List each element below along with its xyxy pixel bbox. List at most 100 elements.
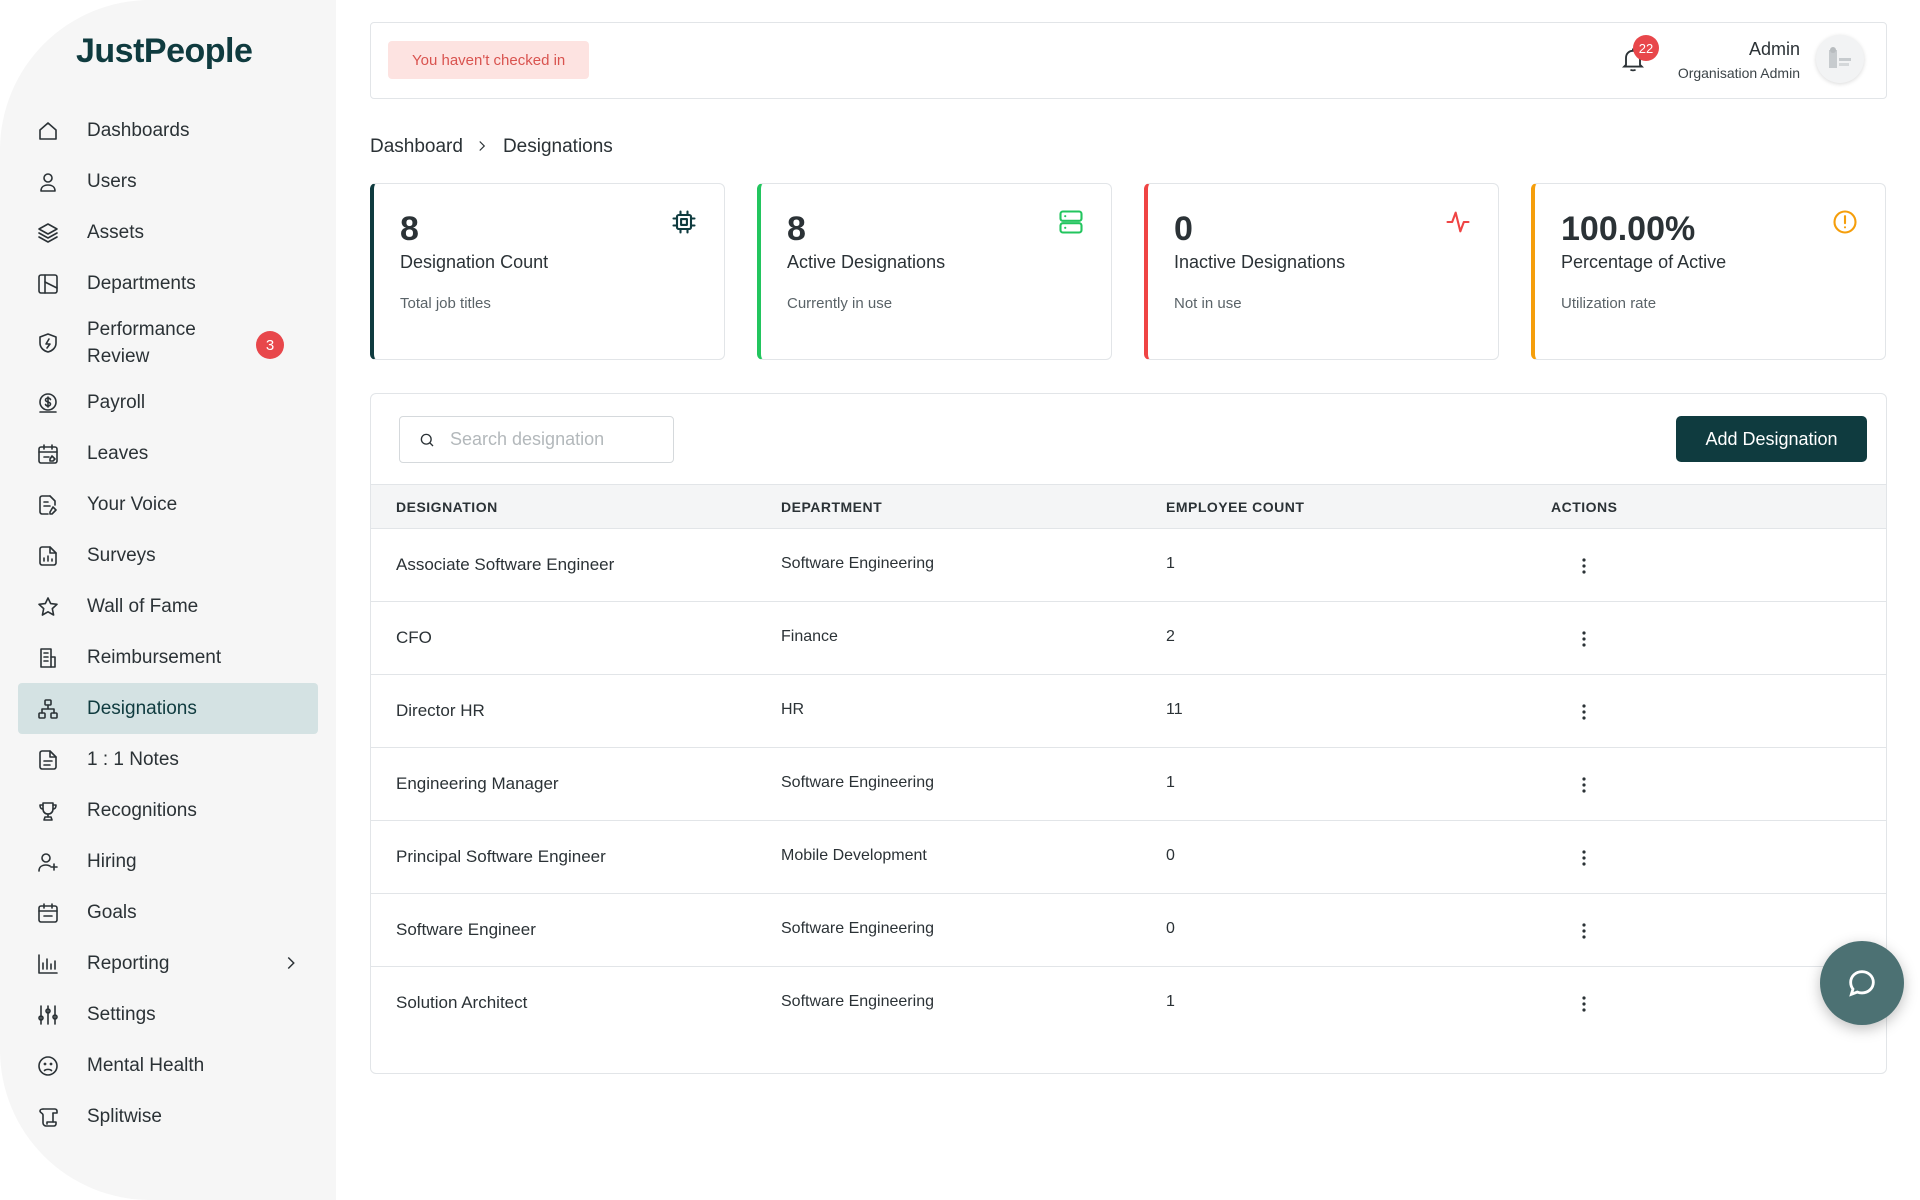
- more-vertical-icon[interactable]: [1569, 843, 1599, 873]
- breadcrumb-current: Designations: [502, 136, 613, 157]
- sidebar-item-surveys[interactable]: Surveys: [18, 530, 318, 581]
- sidebar-item-label: Settings: [87, 1003, 156, 1025]
- cell-employee-count: 11: [1166, 701, 1183, 718]
- cell-designation: Director HR: [396, 701, 485, 720]
- shield-bolt-icon: [35, 330, 61, 356]
- sidebar-item-performance-review[interactable]: Performance Review 3: [18, 309, 318, 377]
- sidebar-item-payroll[interactable]: Payroll: [18, 377, 318, 428]
- table-body: Associate Software Engineer Software Eng…: [371, 529, 1886, 1040]
- notification-count-badge: 22: [1633, 35, 1659, 61]
- more-vertical-icon[interactable]: [1569, 551, 1599, 581]
- cell-designation: Solution Architect: [396, 993, 528, 1012]
- hierarchy-icon: [35, 696, 61, 722]
- document-edit-icon: [35, 492, 61, 518]
- sidebar-item-mental-health[interactable]: Mental Health: [18, 1040, 318, 1091]
- add-designation-button[interactable]: Add Designation: [1676, 416, 1867, 462]
- breadcrumb-dashboard[interactable]: Dashboard: [370, 136, 463, 158]
- user-add-icon: [35, 849, 61, 875]
- departments-icon: [35, 271, 61, 297]
- more-vertical-icon[interactable]: [1569, 989, 1599, 1019]
- sidebar-item-users[interactable]: Users: [18, 156, 318, 207]
- check-in-alert[interactable]: You haven't checked in: [388, 41, 590, 79]
- more-vertical-icon[interactable]: [1569, 624, 1599, 654]
- sidebar-item-hiring[interactable]: Hiring: [18, 836, 318, 887]
- cell-designation: Associate Software Engineer: [396, 555, 615, 574]
- sidebar-item-dashboards[interactable]: Dashboards: [18, 105, 318, 156]
- sidebar-item-label: Departments: [87, 272, 196, 294]
- sidebar-item-designations[interactable]: Designations: [18, 683, 318, 734]
- cpu-chip-icon: [670, 208, 698, 236]
- cell-employee-count: 0: [1166, 920, 1175, 937]
- sidebar-item-splitwise[interactable]: Splitwise: [18, 1091, 318, 1142]
- trophy-icon: [35, 798, 61, 824]
- sidebar-item-label: Reimbursement: [87, 646, 222, 668]
- more-vertical-icon[interactable]: [1569, 770, 1599, 800]
- sidebar-item-label: Surveys: [87, 544, 156, 566]
- sidebar-item-label: Dashboards: [87, 119, 190, 141]
- bar-chart-icon: [35, 951, 61, 977]
- stat-sub: Currently in use: [787, 295, 893, 312]
- sliders-icon: [35, 1002, 61, 1028]
- sidebar-item-reporting[interactable]: Reporting: [18, 938, 318, 989]
- stat-label: Active Designations: [787, 252, 946, 272]
- chevron-right-icon[interactable]: [280, 952, 302, 974]
- table-header: DESIGNATION DEPARTMENT EMPLOYEE COUNT AC…: [371, 484, 1886, 529]
- sidebar-item-recognitions[interactable]: Recognitions: [18, 785, 318, 836]
- notes-icon: [35, 747, 61, 773]
- app-logo[interactable]: JustPeople: [76, 32, 253, 71]
- scroll-icon: [35, 1104, 61, 1130]
- home-icon: [35, 118, 61, 144]
- designations-table-panel: Add Designation DESIGNATION DEPARTMENT E…: [370, 393, 1887, 1074]
- column-header-department: DEPARTMENT: [781, 499, 883, 515]
- stat-card-designation-count: 8 Designation Count Total job titles: [370, 183, 725, 360]
- search-input[interactable]: [450, 429, 650, 450]
- cell-designation: Principal Software Engineer: [396, 847, 606, 866]
- sidebar-item-label: Leaves: [87, 442, 149, 464]
- sidebar-item-label: Your Voice: [87, 493, 178, 515]
- stat-sub: Not in use: [1174, 295, 1242, 312]
- table-row: Associate Software Engineer Software Eng…: [371, 529, 1886, 602]
- table-row: Engineering Manager Software Engineering…: [371, 748, 1886, 821]
- performance-review-badge: 3: [256, 331, 284, 359]
- server-icon: [1057, 208, 1085, 236]
- sidebar-item-wall-of-fame[interactable]: Wall of Fame: [18, 581, 318, 632]
- sidebar-item-assets[interactable]: Assets: [18, 207, 318, 258]
- sidebar-item-label: Assets: [87, 221, 145, 243]
- more-vertical-icon[interactable]: [1569, 697, 1599, 727]
- search-box[interactable]: [399, 416, 674, 463]
- pulse-icon: [1444, 208, 1472, 236]
- sidebar-item-label: Mental Health: [87, 1054, 205, 1076]
- table-row: Solution Architect Software Engineering …: [371, 967, 1886, 1040]
- receipt-icon: [35, 645, 61, 671]
- breadcrumb: Dashboard Designations: [370, 136, 613, 158]
- cell-department: Mobile Development: [781, 847, 927, 864]
- cell-department: Software Engineering: [781, 774, 934, 791]
- sidebar-item-one-on-one-notes[interactable]: 1 : 1 Notes: [18, 734, 318, 785]
- table-row: Software Engineer Software Engineering 0: [371, 894, 1886, 967]
- sidebar-item-label: 1 : 1 Notes: [87, 748, 179, 770]
- avatar[interactable]: [1816, 35, 1864, 83]
- sidebar-item-settings[interactable]: Settings: [18, 989, 318, 1040]
- sidebar-item-your-voice[interactable]: Your Voice: [18, 479, 318, 530]
- column-header-actions: ACTIONS: [1551, 499, 1618, 515]
- sidebar: JustPeople Dashboards Users Assets Depar…: [0, 0, 336, 1200]
- sidebar-item-label: Performance Review: [87, 319, 196, 367]
- sidebar-item-departments[interactable]: Departments: [18, 258, 318, 309]
- sidebar-item-goals[interactable]: Goals: [18, 887, 318, 938]
- sidebar-item-leaves[interactable]: Leaves: [18, 428, 318, 479]
- sidebar-item-label: Wall of Fame: [87, 595, 199, 617]
- chat-button[interactable]: [1820, 941, 1904, 1025]
- stat-label: Designation Count: [400, 252, 549, 272]
- cell-employee-count: 1: [1166, 993, 1175, 1010]
- sidebar-item-label: Goals: [87, 901, 137, 923]
- sidebar-item-label: Reporting: [87, 952, 170, 974]
- stat-value: 0: [1174, 210, 1193, 248]
- document-chart-icon: [35, 543, 61, 569]
- star-icon: [35, 594, 61, 620]
- dollar-coin-icon: [35, 390, 61, 416]
- sidebar-item-reimbursement[interactable]: Reimbursement: [18, 632, 318, 683]
- stat-sub: Total job titles: [400, 295, 491, 312]
- stat-value: 8: [400, 210, 419, 248]
- more-vertical-icon[interactable]: [1569, 916, 1599, 946]
- cell-department: Software Engineering: [781, 993, 934, 1010]
